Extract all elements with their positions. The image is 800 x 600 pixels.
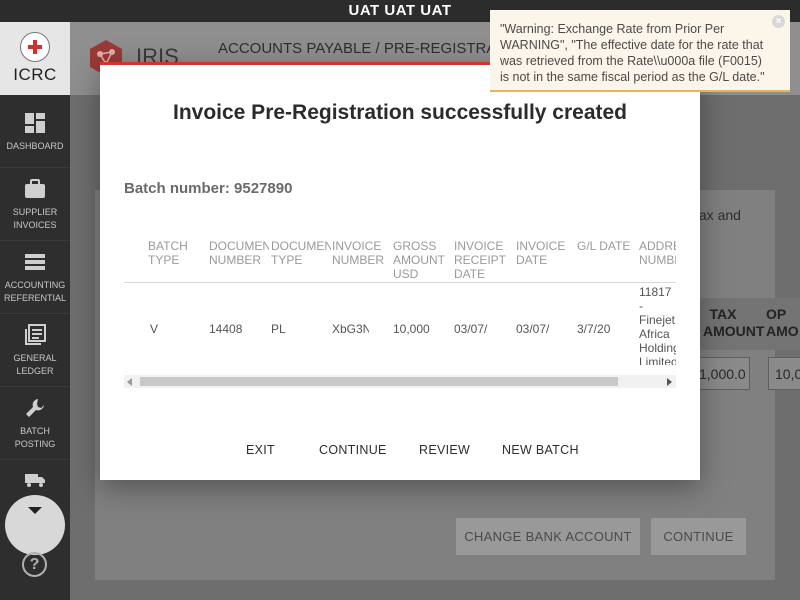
background-column-open-amount: OP AMO	[766, 306, 799, 339]
cell-invoice-date: 03/07/	[516, 322, 550, 336]
new-batch-button[interactable]: NEW BATCH	[502, 435, 579, 465]
warning-toast: "Warning: Exchange Rate from Prior Per W…	[490, 10, 790, 92]
column-header-batch-type[interactable]: BATCH TYPE	[148, 225, 206, 267]
sidebar-item-label: ACCOUNTING REFERENTIAL	[3, 280, 66, 303]
caret-down-icon	[28, 507, 42, 514]
cell-gross-amount: 10,000	[393, 322, 430, 336]
sidebar-item-truck[interactable]	[0, 460, 70, 500]
scroll-right-icon[interactable]	[667, 378, 672, 386]
column-header-address-number[interactable]: ADDRESS NUMBER	[639, 225, 676, 267]
sidebar-item-dashboard[interactable]: DASHBOARD	[0, 95, 70, 168]
dialog-actions: EXIT CONTINUE REVIEW NEW BATCH	[100, 435, 700, 465]
scroll-left-icon[interactable]	[127, 378, 132, 386]
wrench-icon	[24, 395, 46, 421]
continue-button[interactable]: CONTINUE	[319, 435, 387, 465]
breadcrumb: ACCOUNTS PAYABLE / PRE-REGISTRATION	[218, 40, 508, 57]
cell-document-type: PL	[271, 322, 286, 336]
cell-batch-type: V	[150, 322, 159, 336]
column-header-gross-amount[interactable]: GROSS AMOUNT USD	[393, 225, 451, 281]
background-card-text: tax and	[695, 207, 741, 223]
horizontal-scrollbar[interactable]	[124, 375, 676, 388]
success-dialog: Invoice Pre-Registration successfully cr…	[100, 62, 700, 480]
briefcase-icon	[24, 176, 46, 202]
cell-document-number: 14408	[209, 322, 243, 336]
background-open-amount-input[interactable]: 10,0	[768, 357, 800, 390]
column-header-document-type[interactable]: DOCUMENT TYPE	[271, 225, 331, 267]
column-header-document-number[interactable]: DOCUMENT NUMBER	[209, 225, 269, 267]
sidebar-item-general-ledger[interactable]: GENERAL LEDGER	[0, 314, 70, 387]
cell-receipt-date: 03/07/	[454, 322, 488, 336]
sidebar-item-label: SUPPLIER INVOICES	[12, 207, 58, 230]
sidebar-collapse-button[interactable]	[5, 495, 65, 555]
org-logo[interactable]: ICRC	[0, 22, 70, 95]
dashboard-icon	[24, 110, 46, 136]
ledger-icon	[24, 322, 46, 348]
sidebar-item-label: BATCH POSTING	[14, 426, 56, 449]
sidebar-item-batch-posting[interactable]: BATCH POSTING	[0, 387, 70, 460]
org-name: ICRC	[13, 65, 57, 84]
cell-address-number: 11817 - Finejet Africa Holding Limited	[639, 285, 676, 365]
table-header: BATCH TYPE DOCUMENT NUMBER DOCUMENT TYPE…	[124, 225, 676, 283]
column-header-invoice-number[interactable]: INVOICE NUMBER	[332, 225, 390, 267]
exit-button[interactable]: EXIT	[246, 435, 275, 465]
background-tax-amount-input[interactable]: 1,000.0	[692, 357, 750, 390]
cell-invoice-number: XbG3N	[332, 322, 369, 336]
invoice-table: BATCH TYPE DOCUMENT NUMBER DOCUMENT TYPE…	[124, 225, 676, 365]
background-column-tax-amount: TAX AMOUNT	[703, 306, 765, 339]
scrollbar-thumb[interactable]	[140, 377, 618, 386]
column-header-gl-date[interactable]: G/L DATE	[577, 225, 635, 253]
list-icon	[24, 249, 46, 275]
table-row[interactable]: V 14408 PL XbG3N 10,000 03/07/ 03/07/ 3/…	[124, 283, 676, 365]
sidebar-item-accounting-referential[interactable]: ACCOUNTING REFERENTIAL	[0, 241, 70, 314]
truck-icon	[24, 467, 46, 493]
red-cross-emblem-icon	[20, 32, 50, 62]
column-header-invoice-date[interactable]: INVOICE DATE	[516, 225, 574, 267]
help-button[interactable]: ?	[22, 552, 47, 577]
sidebar-item-label: DASHBOARD	[6, 140, 64, 151]
background-continue-button[interactable]: CONTINUE	[651, 518, 746, 555]
sidebar-item-label: GENERAL LEDGER	[13, 353, 57, 376]
review-button[interactable]: REVIEW	[419, 435, 470, 465]
cell-gl-date: 3/7/20	[577, 322, 611, 336]
column-header-receipt-date[interactable]: INVOICE RECEIPT DATE	[454, 225, 512, 281]
change-bank-account-button[interactable]: CHANGE BANK ACCOUNT	[456, 518, 640, 555]
dialog-title: Invoice Pre-Registration successfully cr…	[172, 101, 627, 124]
toast-message: "Warning: Exchange Rate from Prior Per W…	[500, 22, 765, 84]
sidebar-item-supplier-invoices[interactable]: SUPPLIER INVOICES	[0, 168, 70, 241]
batch-number: Batch number: 9527890	[124, 180, 293, 197]
close-icon[interactable]: ×	[772, 15, 785, 28]
